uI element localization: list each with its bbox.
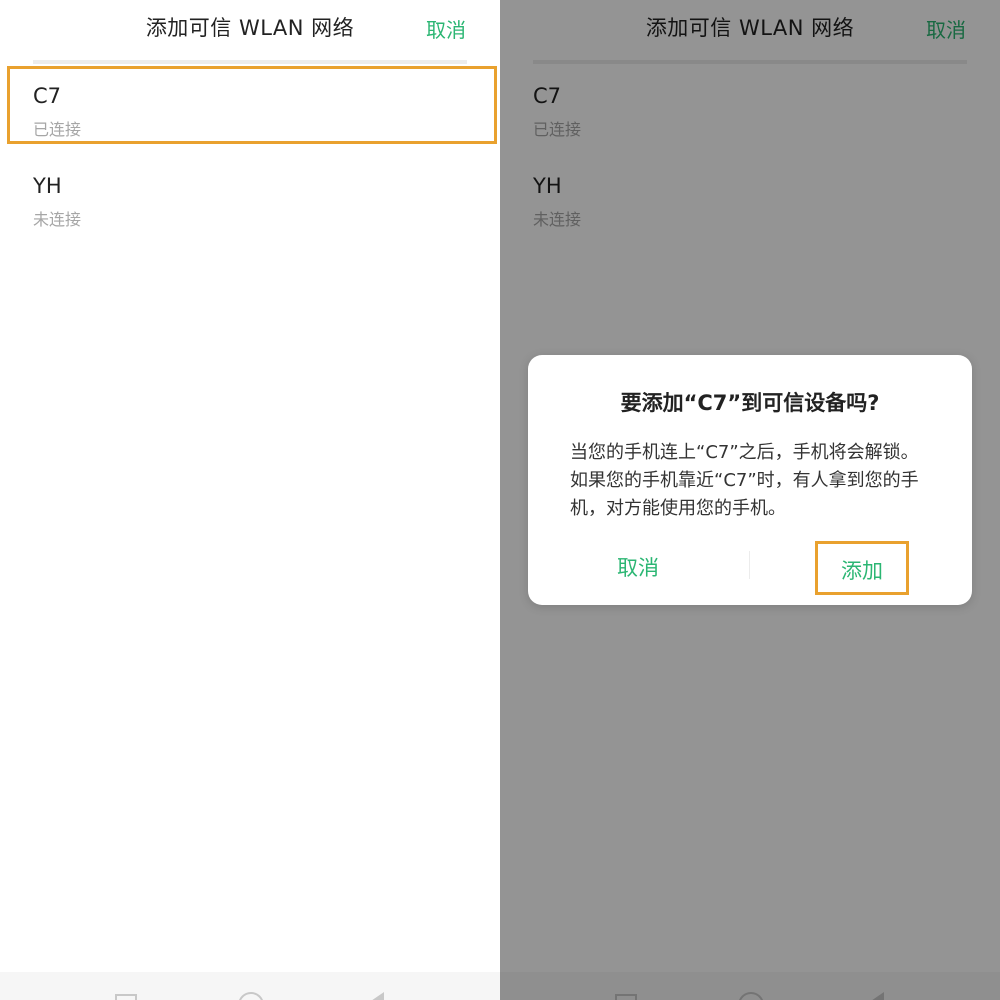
dialog-add-button[interactable]: 添加 [818, 555, 906, 585]
cancel-button[interactable]: 取消 [426, 14, 466, 43]
page-title: 添加可信 WLAN 网络 [145, 16, 355, 40]
network-status: 未连接 [33, 210, 82, 229]
divider [33, 60, 467, 64]
nav-back-triangle-icon[interactable] [368, 992, 384, 1000]
confirm-dialog: 要添加“C7”到可信设备吗? 当您的手机连上“C7”之后，手机将会解锁。如果您的… [528, 355, 972, 605]
add-button-highlight[interactable]: 添加 [815, 541, 909, 595]
dialog-cancel-button[interactable]: 取消 [617, 552, 659, 582]
network-item-yh[interactable]: YH 未连接 [0, 156, 500, 229]
left-screen: 添加可信 WLAN 网络 取消 C7 已连接 YH 未连接 [0, 0, 500, 1000]
right-screen: 添加可信 WLAN 网络 取消 C7 已连接 YH 未连接 要添加“C7”到可信… [500, 0, 1000, 1000]
nav-home-circle-icon[interactable] [238, 992, 264, 1000]
dialog-title: 要添加“C7”到可信设备吗? [620, 391, 880, 415]
nav-recent-square-icon[interactable] [115, 994, 137, 1000]
network-name: YH [33, 174, 62, 198]
dialog-message: 当您的手机连上“C7”之后，手机将会解锁。如果您的手机靠近“C7”时，有人拿到您… [570, 442, 919, 519]
top-bar: 添加可信 WLAN 网络 取消 [0, 0, 500, 56]
navigation-bar [0, 972, 500, 1000]
button-separator [749, 551, 750, 579]
highlight-box [7, 66, 497, 144]
